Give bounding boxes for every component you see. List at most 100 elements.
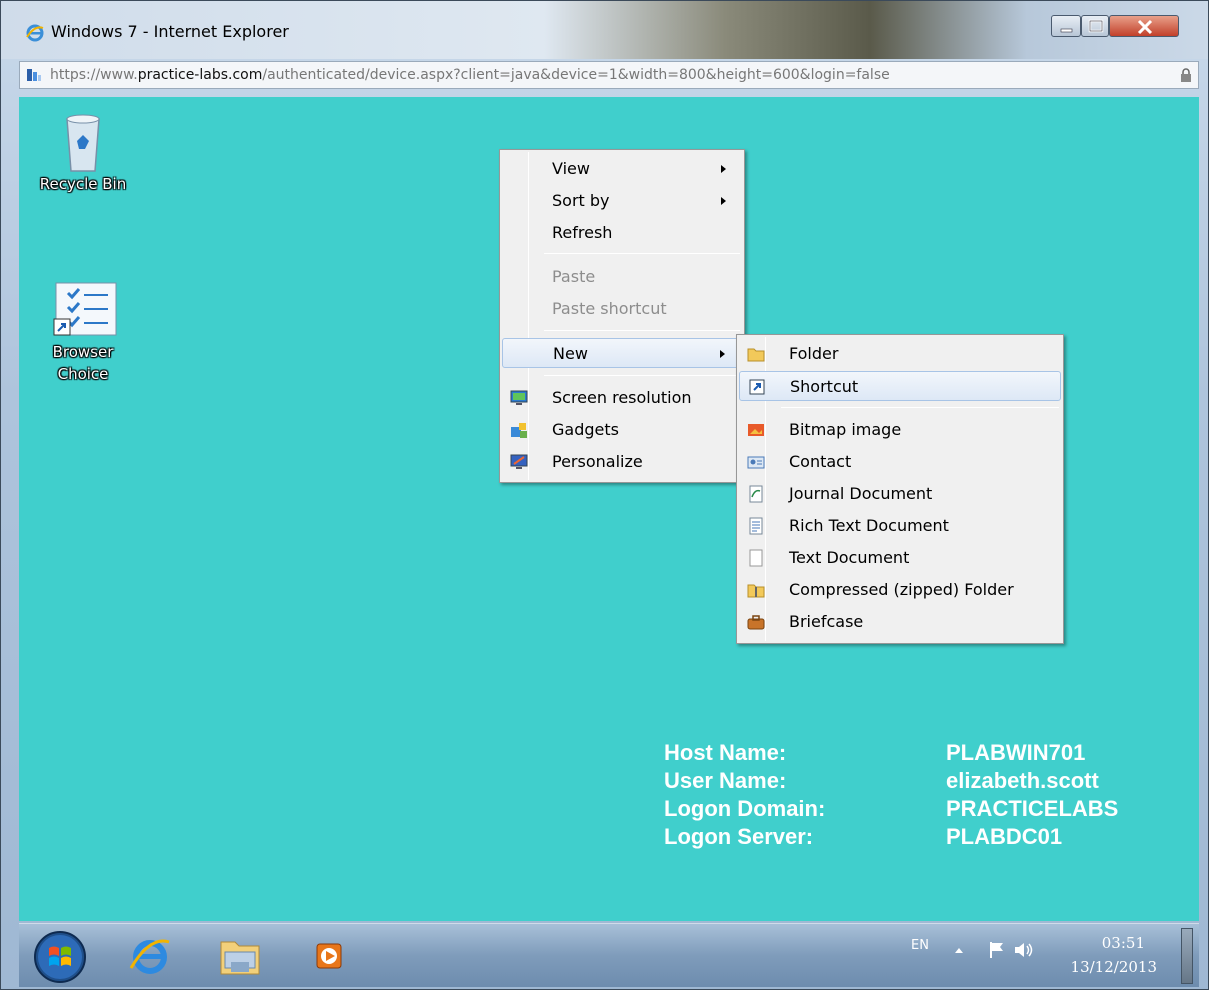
title-bar[interactable]: Windows 7 - Internet Explorer: [1, 1, 1208, 59]
menu-item-label: Briefcase: [789, 612, 864, 631]
media-player-icon[interactable]: [305, 932, 355, 980]
menu-item-label: View: [552, 159, 590, 178]
menu-item-label: Shortcut: [790, 377, 859, 396]
menu-item-label: Screen resolution: [552, 388, 692, 407]
menu-item-label: Paste shortcut: [552, 299, 667, 318]
submenu-arrow-icon: [721, 165, 726, 173]
show-hidden-icons-icon[interactable]: [954, 946, 964, 954]
host-name-label: Host Name:: [664, 740, 787, 765]
windows-explorer-icon[interactable]: [215, 932, 265, 980]
menu-item-label: New: [553, 344, 588, 363]
minimize-button[interactable]: [1051, 15, 1081, 37]
volume-icon[interactable]: [1013, 940, 1035, 960]
submenu-item-folder[interactable]: Folder: [739, 339, 1061, 369]
menu-separator: [544, 253, 740, 254]
menu-item-label: Sort by: [552, 191, 610, 210]
text-document-icon: [749, 549, 763, 567]
site-favicon-icon: [27, 69, 41, 81]
close-button[interactable]: [1109, 15, 1179, 37]
host-name-value: PLABWIN701: [946, 740, 1086, 765]
shortcut-icon: [749, 379, 765, 395]
address-bar[interactable]: https://www.practice-labs.com/authentica…: [19, 61, 1199, 89]
menu-item-sort-by[interactable]: Sort by: [502, 186, 742, 216]
user-name-label: User Name:: [664, 768, 787, 793]
minimize-icon: [1060, 28, 1073, 33]
bitmap-icon: [748, 424, 764, 436]
menu-item-label: Contact: [789, 452, 852, 471]
menu-separator: [544, 330, 740, 331]
desktop-context-menu: View Sort by Refresh Paste Paste shortcu…: [499, 149, 745, 483]
contact-icon: [747, 456, 765, 469]
url-domain: practice-labs.com: [137, 67, 263, 83]
desktop-icon-label: Recycle Bin: [39, 175, 127, 193]
menu-item-label: Paste: [552, 267, 596, 286]
browser-choice-icon: [53, 282, 117, 336]
menu-item-paste[interactable]: Paste: [502, 262, 742, 292]
folder-icon: [747, 348, 765, 362]
start-button[interactable]: [33, 930, 87, 984]
journal-icon: [749, 485, 763, 503]
taskbar: EN 03:51 13/12/2013: [19, 923, 1199, 987]
lock-icon: [1181, 68, 1191, 82]
submenu-item-rich-text-document[interactable]: Rich Text Document: [739, 511, 1061, 541]
browser-window: Windows 7 - Internet Explorer https://ww…: [0, 0, 1209, 990]
menu-item-label: Compressed (zipped) Folder: [789, 580, 1014, 599]
logon-domain-value: PRACTICELABS: [946, 796, 1119, 821]
submenu-arrow-icon: [721, 197, 726, 205]
submenu-arrow-icon: [720, 350, 725, 358]
logon-domain-label: Logon Domain:: [664, 796, 826, 821]
desktop-icon-recycle-bin[interactable]: Recycle Bin: [33, 111, 133, 195]
personalize-icon: [510, 454, 528, 469]
action-center-flag-icon[interactable]: [987, 940, 1007, 960]
menu-separator: [544, 375, 740, 376]
user-name-value: elizabeth.scott: [946, 768, 1099, 793]
maximize-icon: [1088, 19, 1104, 33]
system-info-overlay: Host Name: PLABWIN701 User Name: elizabeth…: [664, 739, 1118, 851]
url-path: /authenticated/device.aspx?client=java&d…: [262, 67, 890, 83]
submenu-item-compressed-folder[interactable]: Compressed (zipped) Folder: [739, 575, 1061, 605]
menu-item-label: Bitmap image: [789, 420, 902, 439]
logon-server-label: Logon Server:: [664, 824, 814, 849]
submenu-item-journal-document[interactable]: Journal Document: [739, 479, 1061, 509]
menu-item-screen-resolution[interactable]: Screen resolution: [502, 383, 742, 413]
language-indicator[interactable]: EN: [911, 938, 929, 953]
rich-text-icon: [749, 517, 763, 535]
submenu-item-bitmap-image[interactable]: Bitmap image: [739, 415, 1061, 445]
submenu-item-text-document[interactable]: Text Document: [739, 543, 1061, 573]
menu-item-personalize[interactable]: Personalize: [502, 447, 742, 477]
submenu-item-contact[interactable]: Contact: [739, 447, 1061, 477]
menu-item-label: Gadgets: [552, 420, 619, 439]
menu-item-refresh[interactable]: Refresh: [502, 218, 742, 248]
zip-folder-icon: [747, 584, 765, 598]
clock-date[interactable]: 13/12/2013: [1061, 958, 1157, 976]
clock-time[interactable]: 03:51: [1089, 934, 1145, 952]
screen-resolution-icon: [510, 390, 528, 405]
menu-item-new[interactable]: New: [502, 338, 742, 368]
menu-item-label: Refresh: [552, 223, 613, 242]
menu-item-paste-shortcut[interactable]: Paste shortcut: [502, 294, 742, 324]
menu-separator: [781, 407, 1059, 408]
submenu-item-shortcut[interactable]: Shortcut: [739, 371, 1061, 401]
menu-item-label: Text Document: [789, 548, 910, 567]
system-tray: EN 03:51 13/12/2013: [899, 924, 1179, 988]
internet-explorer-icon: [26, 24, 44, 42]
briefcase-icon: [747, 615, 765, 630]
menu-item-label: Journal Document: [789, 484, 933, 503]
url-prefix: https://www.: [50, 67, 138, 83]
menu-item-view[interactable]: View: [502, 154, 742, 184]
new-submenu: Folder Shortcut Bitmap image Contact Jou…: [736, 334, 1064, 644]
window-title: Windows 7 - Internet Explorer: [51, 22, 289, 41]
recycle-bin-icon: [66, 114, 100, 172]
show-desktop-button[interactable]: [1181, 928, 1193, 984]
desktop-icon-label: Browser Choice: [52, 343, 114, 383]
menu-item-label: Folder: [789, 344, 839, 363]
menu-item-label: Personalize: [552, 452, 643, 471]
maximize-button[interactable]: [1081, 15, 1109, 37]
menu-item-gadgets[interactable]: Gadgets: [502, 415, 742, 445]
internet-explorer-icon[interactable]: [125, 932, 175, 980]
desktop-icon-browser-choice[interactable]: Browser Choice: [33, 279, 133, 385]
logon-server-value: PLABDC01: [946, 824, 1063, 849]
url-text: https://www.practice-labs.com/authentica…: [50, 67, 890, 83]
close-icon: [1137, 19, 1153, 35]
submenu-item-briefcase[interactable]: Briefcase: [739, 607, 1061, 637]
